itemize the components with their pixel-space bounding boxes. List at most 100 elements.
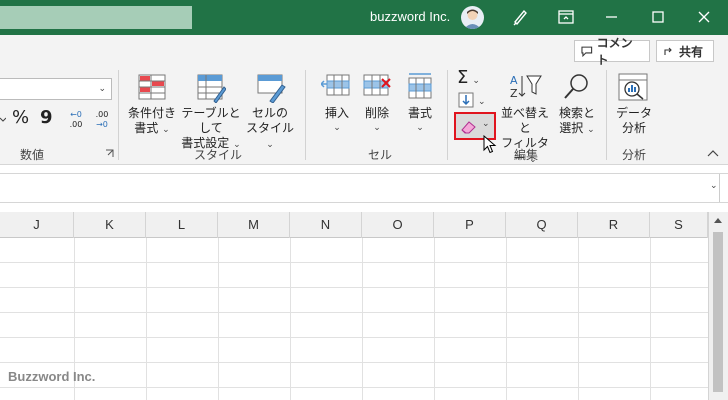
mouse-cursor-icon (483, 135, 497, 154)
column-header-s[interactable]: S (650, 212, 708, 238)
format-as-table-line1: テーブルとして (181, 106, 241, 135)
percent-button[interactable]: % (12, 109, 29, 127)
column-gridline (362, 238, 363, 400)
number-format-dropdown[interactable]: ⌄ (0, 78, 112, 100)
decrease-decimal-button[interactable]: .00 →0 (92, 110, 112, 130)
decrease-decimal-text: .00 (95, 110, 109, 119)
column-header-o[interactable]: O (362, 212, 434, 238)
analyze-data-line2: 分析 (621, 121, 646, 135)
cells-group-label: セル (368, 148, 393, 162)
close-icon[interactable] (694, 7, 714, 27)
conditional-format-line1: 条件付き (127, 106, 176, 120)
column-header-r[interactable]: R (578, 212, 650, 238)
column-gridline (290, 238, 291, 400)
watermark: Buzzword Inc. (8, 369, 96, 384)
column-gridline (506, 238, 507, 400)
analyze-data-line1: データ (615, 106, 652, 120)
ribbon-display-icon[interactable] (556, 7, 576, 27)
increase-decimal-button[interactable]: ←0.00 (66, 110, 86, 130)
comma-style-button[interactable]: 9 (40, 109, 53, 127)
format-label: 書式 (407, 106, 432, 120)
scrollbar-thumb[interactable] (713, 232, 723, 392)
row-gridline (0, 337, 708, 338)
avatar[interactable] (461, 6, 484, 29)
styles-group-label: スタイル (194, 148, 243, 162)
increase-decimal-text: .00 (69, 120, 83, 129)
formula-bar[interactable]: ⌄ (0, 173, 728, 203)
sigma-icon: Σ (457, 67, 469, 88)
share-icon (664, 47, 672, 55)
column-header-n[interactable]: N (290, 212, 362, 238)
vertical-scrollbar[interactable] (708, 212, 728, 400)
delete-label: 削除 (364, 106, 389, 120)
column-gridline (650, 238, 651, 400)
svg-text:Z: Z (510, 87, 518, 100)
pen-icon[interactable] (510, 7, 530, 27)
insert-button[interactable]: 挿入 ⌄ (322, 106, 352, 136)
column-header-p[interactable]: P (434, 212, 506, 238)
minimize-icon[interactable] (602, 7, 622, 27)
search-box[interactable] (0, 6, 192, 29)
column-header-j[interactable]: J (0, 212, 74, 238)
chevron-down-icon: ⌄ (98, 84, 106, 94)
separator (447, 70, 448, 160)
format-as-table-icon (197, 74, 226, 103)
number-group-label: 数値 (20, 148, 45, 162)
fill-down-icon (458, 92, 474, 108)
cell-styles-line2: スタイル (245, 121, 294, 135)
conditional-format-icon (138, 74, 166, 100)
comment-label: コメント (596, 36, 633, 67)
row-gridline (0, 262, 708, 263)
cell-styles-button[interactable]: セルの スタイル ⌄ (244, 106, 296, 153)
expand-formula-icon[interactable]: ⌄ (710, 181, 718, 191)
row-gridline (0, 387, 708, 388)
analyze-data-button[interactable]: データ 分析 (614, 106, 654, 136)
dialog-launcher-icon[interactable] (105, 149, 114, 158)
sort-filter-icon: A Z (510, 74, 542, 100)
column-gridline (578, 238, 579, 400)
collapse-ribbon-icon[interactable] (707, 148, 719, 158)
share-button[interactable]: 共有 (656, 40, 714, 62)
column-header-l[interactable]: L (146, 212, 218, 238)
insert-label: 挿入 (324, 106, 349, 120)
find-select-line1: 検索と (558, 106, 595, 120)
delete-cells-icon (363, 74, 391, 96)
currency-chevron-icon[interactable] (0, 112, 6, 128)
share-label: 共有 (679, 44, 704, 59)
separator (118, 70, 119, 160)
column-header-k[interactable]: K (74, 212, 146, 238)
separator (606, 70, 607, 160)
column-gridline (146, 238, 147, 400)
comment-icon (581, 46, 593, 57)
find-select-line2: 選択 (559, 121, 584, 135)
editing-group-label: 編集 (514, 148, 539, 162)
eraser-icon (461, 121, 476, 134)
svg-text:A: A (510, 74, 518, 87)
conditional-format-button[interactable]: 条件付き 書式 ⌄ (124, 106, 180, 138)
cell-styles-icon (257, 74, 286, 103)
sort-filter-line1: 並べ替えと (500, 106, 549, 135)
row-gridline (0, 362, 708, 363)
maximize-icon[interactable] (648, 7, 668, 27)
insert-cells-icon (321, 74, 350, 96)
conditional-format-line2: 書式 (134, 121, 159, 135)
account-name[interactable]: buzzword Inc. (370, 9, 450, 24)
column-header-q[interactable]: Q (506, 212, 578, 238)
format-button[interactable]: 書式 ⌄ (404, 106, 436, 136)
column-header-m[interactable]: M (218, 212, 290, 238)
row-gridline (0, 312, 708, 313)
scroll-up-icon[interactable] (713, 216, 723, 224)
find-select-button[interactable]: 検索と 選択 ⌄ (556, 106, 598, 138)
find-select-icon (564, 74, 588, 99)
column-gridline (434, 238, 435, 400)
autosum-button[interactable]: Σ ⌄ (457, 67, 491, 89)
analyze-data-icon (618, 73, 648, 101)
comment-button[interactable]: コメント (574, 36, 650, 67)
column-gridline (218, 238, 219, 400)
row-gridline (0, 287, 708, 288)
delete-button[interactable]: 削除 ⌄ (362, 106, 392, 136)
fill-button[interactable]: ⌄ (458, 92, 492, 110)
formula-input[interactable] (0, 174, 720, 202)
title-bar: buzzword Inc. (0, 0, 728, 35)
cell-styles-line1: セルの (251, 106, 288, 120)
